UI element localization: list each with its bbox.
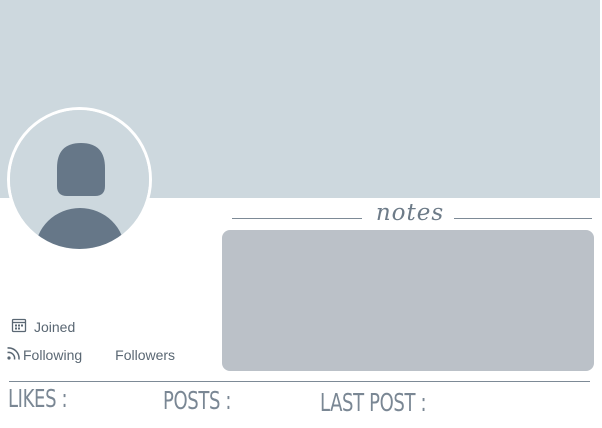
joined-label: Joined [34,318,76,335]
last-post-label: LAST POST : [320,388,427,417]
posts-label: POSTS : [163,386,232,415]
followers-link[interactable]: Followers [115,347,175,363]
notes-heading: notes [230,200,594,230]
notes-box[interactable] [222,230,594,371]
notes-title: notes [375,200,445,226]
notes-divider-right [454,218,592,219]
profile-page: notes Joined Following Followers LIKES:… [0,0,602,428]
user-silhouette-icon [10,110,149,249]
follow-stats: Following Followers [6,346,175,364]
likes-label: LIKES : [8,384,68,413]
rss-icon [6,346,21,364]
joined-info: Joined [11,317,75,336]
following-label: Following [23,347,83,363]
avatar[interactable] [7,107,152,252]
following-link[interactable]: Following [6,346,82,364]
calendar-icon [11,317,27,336]
footer-divider [9,381,590,382]
notes-divider-left [232,218,362,219]
